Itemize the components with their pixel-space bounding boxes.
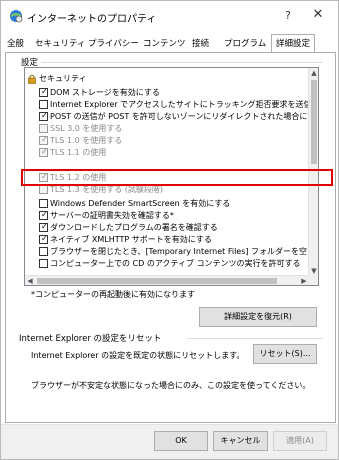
setting-label: TLS 1.1 の使用 (50, 148, 107, 157)
restart-note: *コンピューターの再起動後に有効になります (31, 290, 195, 299)
dialog-footer: OK キャンセル 適用(A) (1, 424, 338, 459)
setting-label: POST の送信が POST を許可しないゾーンにリダイレクトされた場合に警 (50, 112, 309, 121)
ok-button[interactable]: OK (154, 431, 208, 451)
checkmark-icon: ✓ (41, 111, 48, 120)
checkbox[interactable]: ✓ (39, 222, 48, 232)
setting-label: ブラウザーを閉じたとき、[Temporary Internet Files] フ… (50, 247, 309, 256)
reset-description: Internet Explorer の設定を既定の状態にリセットします。 (31, 351, 245, 360)
horizontal-scrollbar[interactable]: ◀ ▶ (25, 275, 309, 285)
scroll-left-icon[interactable]: ◀ (25, 276, 35, 285)
cancel-button[interactable]: キャンセル (213, 431, 268, 451)
lock-icon (28, 74, 36, 84)
checkbox[interactable]: ✓ (39, 234, 48, 244)
restore-advanced-settings-button[interactable]: 詳細設定を復元(R) (199, 307, 317, 327)
settings-group-divider (41, 62, 323, 63)
setting-label: ネイティブ XMLHTTP サポートを有効にする (50, 235, 212, 244)
internet-options-icon (10, 10, 23, 23)
checkmark-icon: ✓ (41, 210, 48, 219)
checkbox: ✓ (39, 135, 48, 145)
checkbox[interactable] (39, 259, 48, 268)
reset-warning: ブラウザーが不安定な状態になった場合にのみ、この設定を使ってください。 (31, 381, 311, 390)
tab-content[interactable]: コンテンツ (143, 37, 186, 49)
highlight-box (21, 169, 333, 186)
checkmark-icon: ✓ (41, 234, 48, 243)
vertical-scroll-thumb[interactable] (311, 80, 317, 164)
checkbox[interactable]: ✓ (39, 87, 48, 97)
checkbox[interactable] (39, 100, 48, 109)
checkmark-icon: ✓ (41, 147, 48, 156)
tab-security[interactable]: セキュリティ (35, 37, 86, 49)
checkmark-icon: ✓ (41, 87, 48, 96)
checkbox[interactable]: ✓ (39, 111, 48, 121)
checkbox[interactable]: ✓ (39, 210, 48, 220)
checkmark-icon: ✓ (41, 222, 48, 231)
category-label: セキュリティ (39, 74, 87, 83)
tab-connections[interactable]: 接続 (192, 37, 209, 49)
setting-label: SSL 3.0 を使用する (50, 124, 123, 133)
reset-group-label: Internet Explorer の設定をリセット (18, 332, 163, 344)
close-button[interactable]: ✕ (309, 7, 327, 25)
tab-advanced[interactable]: 詳細設定 (271, 34, 316, 53)
setting-label: コンピューター上での CD のアクティブ コンテンツの実行を許可する (50, 259, 301, 268)
title-bar[interactable]: インターネットのプロパティ ? ✕ (1, 1, 338, 31)
setting-label: ダウンロードしたプログラムの署名を確認する (50, 223, 218, 232)
setting-label: DOM ストレージを有効にする (50, 88, 160, 97)
checkbox[interactable] (39, 247, 48, 256)
horizontal-scroll-thumb[interactable] (37, 278, 277, 284)
tab-programs[interactable]: プログラム (224, 37, 266, 49)
scroll-up-icon[interactable]: ▲ (309, 68, 318, 78)
checkbox[interactable] (39, 199, 48, 208)
window-title: インターネットのプロパティ (27, 14, 157, 25)
reset-button[interactable]: リセット(S)... (253, 344, 317, 364)
internet-properties-dialog: インターネットのプロパティ ? ✕ 全般 セキュリティ プライバシー コンテンツ… (0, 0, 339, 460)
scrollbar-corner (308, 275, 318, 285)
setting-label: Windows Defender SmartScreen を有効にする (50, 199, 231, 208)
tab-general[interactable]: 全般 (7, 37, 24, 49)
setting-label: TLS 1.0 を使用する (50, 136, 123, 145)
checkbox (39, 185, 48, 194)
setting-label: サーバーの証明書失効を確認する* (50, 211, 174, 220)
reset-group-divider (187, 338, 323, 339)
checkmark-icon: ✓ (41, 135, 48, 144)
tab-strip: 全般 セキュリティ プライバシー コンテンツ 接続 プログラム 詳細設定 (7, 34, 337, 53)
checkbox: ✓ (39, 147, 48, 157)
help-button[interactable]: ? (281, 9, 295, 23)
apply-button[interactable]: 適用(A) (273, 431, 327, 451)
setting-label: Internet Explorer でアクセスしたサイトにトラッキング拒否要求を… (50, 100, 309, 109)
tab-privacy[interactable]: プライバシー (88, 37, 139, 49)
checkbox (39, 124, 48, 133)
